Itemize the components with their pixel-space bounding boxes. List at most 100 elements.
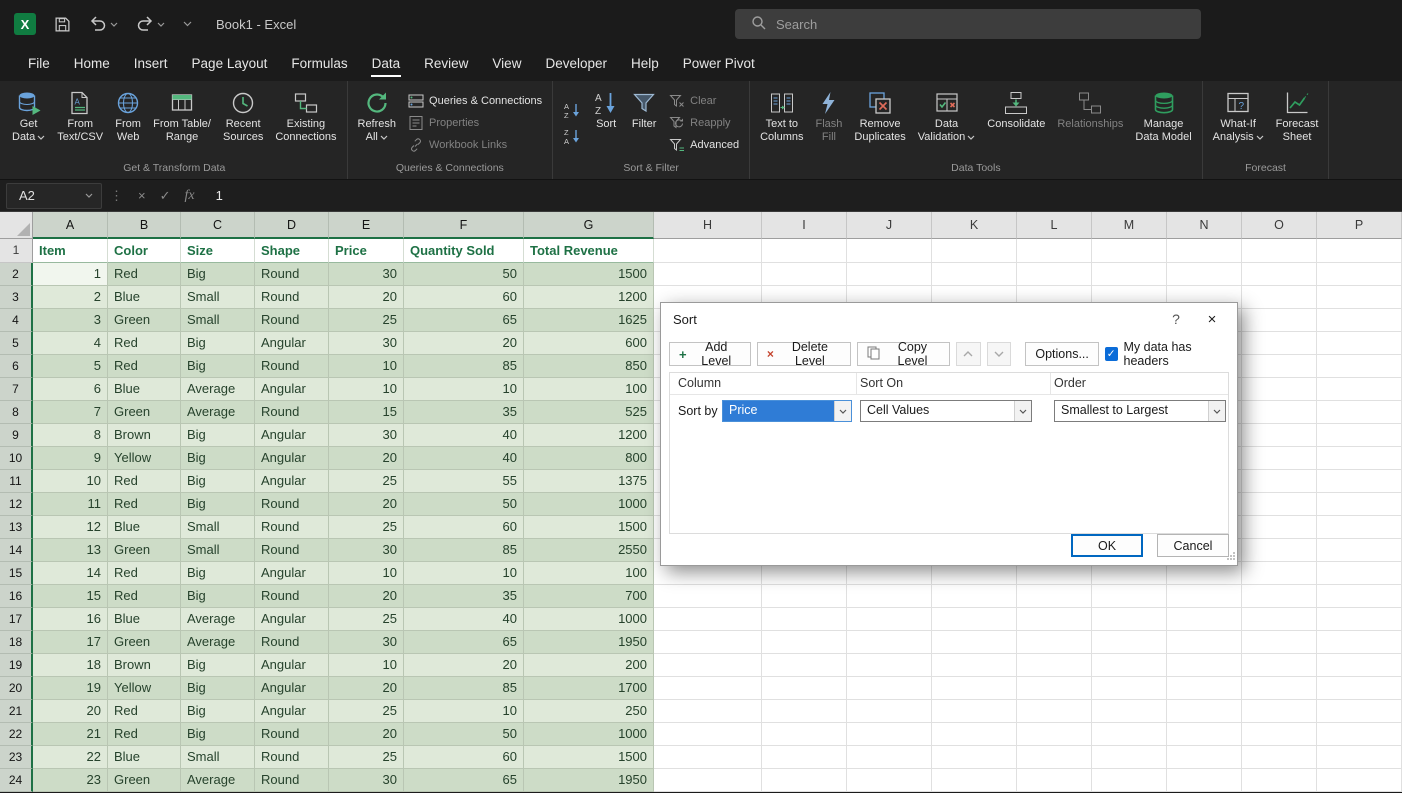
cell[interactable] bbox=[1242, 746, 1317, 769]
my-data-has-headers-checkbox[interactable]: ✓ My data has headers bbox=[1105, 340, 1229, 368]
cell[interactable]: Big bbox=[181, 447, 255, 470]
dialog-titlebar[interactable]: Sort ? × bbox=[661, 303, 1237, 335]
cell[interactable]: 1200 bbox=[524, 424, 654, 447]
cell[interactable]: 40 bbox=[404, 608, 524, 631]
column-header-c[interactable]: C bbox=[181, 212, 255, 239]
cell[interactable]: Average bbox=[181, 401, 255, 424]
column-header-a[interactable]: A bbox=[33, 212, 108, 239]
cell[interactable]: Round bbox=[255, 493, 329, 516]
cell[interactable]: Red bbox=[108, 723, 181, 746]
tab-developer[interactable]: Developer bbox=[533, 48, 619, 81]
cell[interactable]: Red bbox=[108, 355, 181, 378]
row-header[interactable]: 11 bbox=[0, 470, 33, 493]
cell[interactable] bbox=[1167, 263, 1242, 286]
column-header-h[interactable]: H bbox=[654, 212, 762, 239]
row-header[interactable]: 16 bbox=[0, 585, 33, 608]
cell[interactable] bbox=[932, 746, 1017, 769]
cell[interactable] bbox=[1017, 239, 1092, 263]
cell[interactable] bbox=[1242, 401, 1317, 424]
cell[interactable]: Big bbox=[181, 493, 255, 516]
cell[interactable]: 12 bbox=[33, 516, 108, 539]
cell[interactable]: 25 bbox=[329, 700, 404, 723]
column-header-e[interactable]: E bbox=[329, 212, 404, 239]
cell[interactable]: 65 bbox=[404, 631, 524, 654]
cell[interactable] bbox=[1092, 239, 1167, 263]
cell[interactable] bbox=[762, 239, 847, 263]
consolidate-button[interactable]: Consolidate bbox=[982, 84, 1050, 161]
cell[interactable] bbox=[1017, 631, 1092, 654]
help-button[interactable]: ? bbox=[1159, 311, 1193, 327]
cell[interactable]: 30 bbox=[329, 539, 404, 562]
cell[interactable] bbox=[1317, 746, 1402, 769]
row-header[interactable]: 20 bbox=[0, 677, 33, 700]
cell[interactable]: 20 bbox=[404, 654, 524, 677]
cell[interactable] bbox=[1317, 332, 1402, 355]
column-header-f[interactable]: F bbox=[404, 212, 524, 239]
cell[interactable]: 10 bbox=[329, 654, 404, 677]
cell[interactable] bbox=[1092, 746, 1167, 769]
cell[interactable]: Average bbox=[181, 769, 255, 792]
cell[interactable] bbox=[762, 654, 847, 677]
cell[interactable] bbox=[1167, 239, 1242, 263]
header-cell[interactable]: Item bbox=[33, 239, 108, 263]
cell[interactable]: 55 bbox=[404, 470, 524, 493]
cell[interactable]: 6 bbox=[33, 378, 108, 401]
cell[interactable]: 85 bbox=[404, 677, 524, 700]
cell[interactable] bbox=[1092, 608, 1167, 631]
cell[interactable]: 10 bbox=[404, 562, 524, 585]
cell[interactable] bbox=[847, 677, 932, 700]
cell[interactable]: Big bbox=[181, 677, 255, 700]
cell[interactable] bbox=[1242, 608, 1317, 631]
cell[interactable] bbox=[654, 585, 762, 608]
cell[interactable]: 30 bbox=[329, 769, 404, 792]
cell[interactable]: Red bbox=[108, 332, 181, 355]
cell[interactable] bbox=[762, 585, 847, 608]
cell[interactable]: Blue bbox=[108, 746, 181, 769]
cell[interactable]: 2550 bbox=[524, 539, 654, 562]
column-header-d[interactable]: D bbox=[255, 212, 329, 239]
row-header[interactable]: 4 bbox=[0, 309, 33, 332]
row-header[interactable]: 10 bbox=[0, 447, 33, 470]
cell[interactable]: Round bbox=[255, 746, 329, 769]
cell[interactable] bbox=[1317, 447, 1402, 470]
cell[interactable]: 8 bbox=[33, 424, 108, 447]
cell[interactable]: Round bbox=[255, 355, 329, 378]
tab-power-pivot[interactable]: Power Pivot bbox=[671, 48, 767, 81]
cell[interactable]: Round bbox=[255, 516, 329, 539]
cell[interactable]: 1700 bbox=[524, 677, 654, 700]
cell[interactable] bbox=[762, 700, 847, 723]
cell[interactable]: Green bbox=[108, 769, 181, 792]
row-header[interactable]: 8 bbox=[0, 401, 33, 424]
tab-formulas[interactable]: Formulas bbox=[279, 48, 359, 81]
cell[interactable]: 7 bbox=[33, 401, 108, 424]
cell[interactable]: Average bbox=[181, 631, 255, 654]
cell[interactable]: 10 bbox=[329, 355, 404, 378]
cell[interactable] bbox=[1242, 493, 1317, 516]
cell[interactable]: Yellow bbox=[108, 677, 181, 700]
row-header[interactable]: 7 bbox=[0, 378, 33, 401]
column-header-g[interactable]: G bbox=[524, 212, 654, 239]
chevron-down-icon[interactable] bbox=[1208, 401, 1225, 421]
row-header[interactable]: 18 bbox=[0, 631, 33, 654]
cell[interactable] bbox=[762, 263, 847, 286]
ok-button[interactable]: OK bbox=[1071, 534, 1143, 557]
cell[interactable] bbox=[1242, 723, 1317, 746]
cell[interactable]: 11 bbox=[33, 493, 108, 516]
cell[interactable] bbox=[654, 746, 762, 769]
cell[interactable] bbox=[1317, 355, 1402, 378]
cell[interactable] bbox=[1317, 539, 1402, 562]
from-text-csv-button[interactable]: AFromText/CSV bbox=[52, 84, 108, 161]
cell[interactable] bbox=[1317, 493, 1402, 516]
header-cell[interactable]: Total Revenue bbox=[524, 239, 654, 263]
cell[interactable] bbox=[654, 769, 762, 792]
cell[interactable] bbox=[847, 746, 932, 769]
queries-connections-button[interactable]: Queries & Connections bbox=[405, 92, 545, 110]
cell[interactable] bbox=[1017, 677, 1092, 700]
cell[interactable]: 60 bbox=[404, 286, 524, 309]
cell[interactable]: 20 bbox=[329, 493, 404, 516]
cell[interactable] bbox=[1242, 562, 1317, 585]
sort-ascending-button[interactable]: AZ bbox=[560, 99, 584, 121]
cell[interactable] bbox=[1167, 654, 1242, 677]
cell[interactable]: 1625 bbox=[524, 309, 654, 332]
cell[interactable]: 18 bbox=[33, 654, 108, 677]
